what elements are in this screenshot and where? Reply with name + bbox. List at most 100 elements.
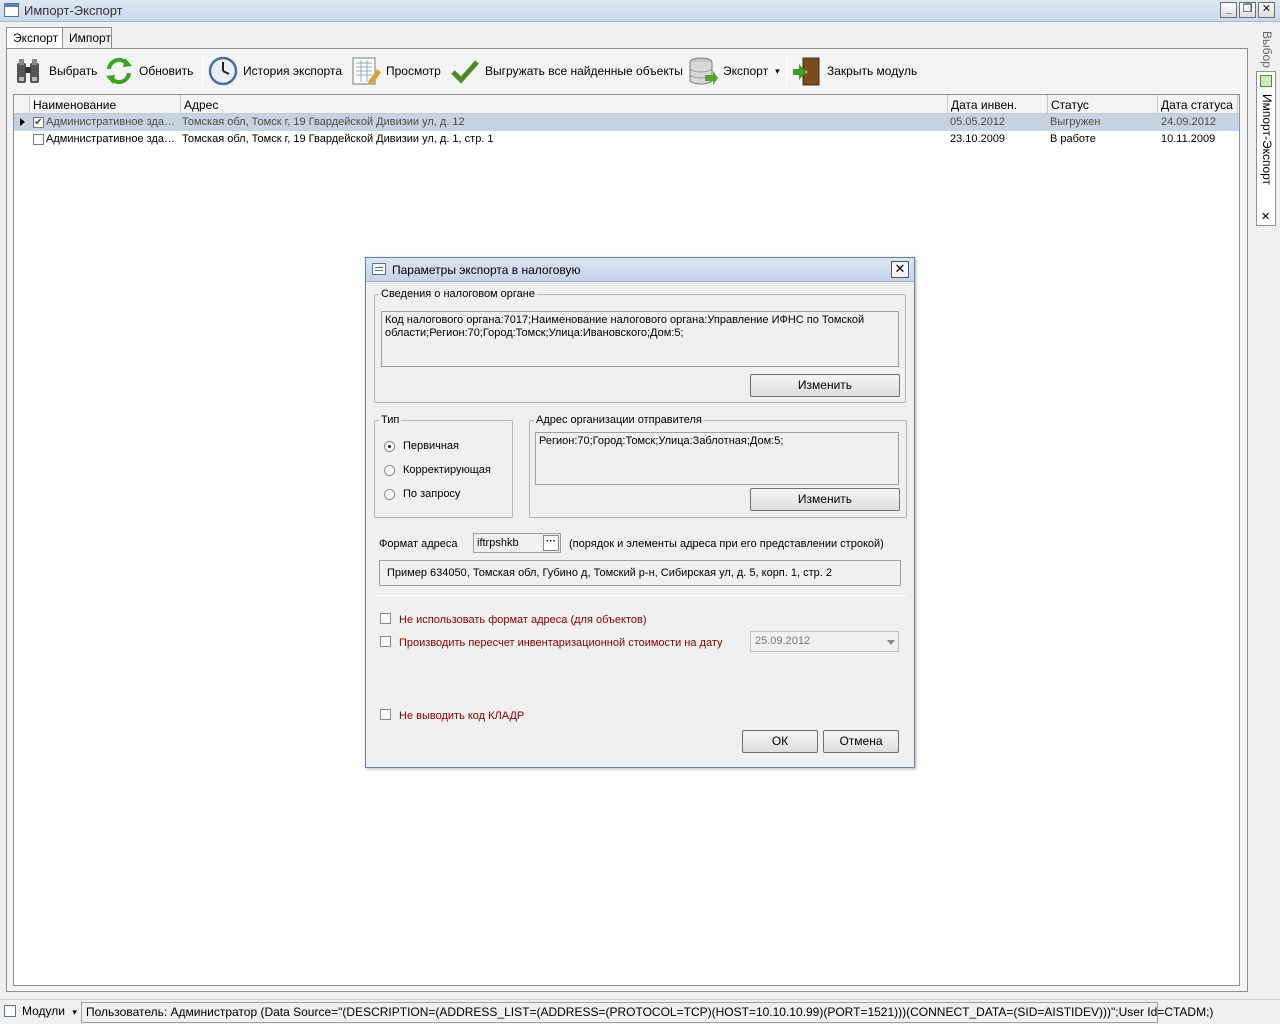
- app-icon: [4, 1005, 16, 1017]
- cell-status: Выгружен: [1050, 116, 1101, 128]
- exit-door-icon: [791, 55, 823, 87]
- row-indicator-header: [14, 95, 30, 114]
- change-sender-address-button[interactable]: Изменить: [750, 488, 900, 511]
- export-all-button[interactable]: Выгружать все найденные объекты: [449, 52, 683, 90]
- refresh-button[interactable]: Обновить: [103, 52, 193, 90]
- history-label: История экспорта: [243, 64, 342, 78]
- cell-address: Томская обл, Томск г, 19 Гвардейской Див…: [182, 116, 465, 128]
- select-label: Выбрать: [49, 64, 98, 78]
- side-tab-select[interactable]: Выбор: [1260, 31, 1274, 68]
- cell-name: Административное зда…: [46, 133, 175, 145]
- preview-button[interactable]: Просмотр: [350, 52, 441, 90]
- radio-label: Первичная: [403, 440, 460, 452]
- no-kladr-label[interactable]: Не выводить код КЛАДР: [399, 710, 524, 722]
- radio-button[interactable]: [384, 440, 395, 452]
- row-checkbox[interactable]: ✔: [33, 117, 44, 128]
- sender-address-legend: Адрес организации отправителя: [536, 414, 702, 426]
- radio-primary[interactable]: Первичная: [384, 440, 459, 452]
- grid-header: Наименование Адрес Дата инвен. Статус Да…: [14, 95, 1239, 114]
- checkmark-icon: [449, 55, 481, 87]
- refresh-icon: [103, 55, 135, 87]
- connection-info: Пользователь: Администратор (Data Source…: [81, 1002, 1213, 1023]
- select-button[interactable]: Выбрать: [13, 52, 97, 90]
- export-params-dialog: Параметры экспорта в налоговую ✕ Сведени…: [365, 257, 915, 768]
- toolbar: Выбрать Обновить История экспорта Просмо…: [9, 52, 1239, 90]
- side-tab-import-export[interactable]: Импорт-Экспорт ✕: [1256, 71, 1276, 226]
- close-module-label: Закрыть модуль: [827, 64, 918, 78]
- change-tax-authority-button[interactable]: Изменить: [750, 374, 900, 397]
- tax-authority-legend: Сведения о налоговом органе: [381, 288, 535, 300]
- cell-status-date: 10.11.2009: [1161, 133, 1216, 145]
- cell-name: Административное зда…: [46, 116, 175, 128]
- toolbar-separator: [202, 56, 203, 86]
- chevron-down-icon: ▾: [72, 1007, 77, 1017]
- column-header-address[interactable]: Адрес: [181, 95, 948, 114]
- export-dropdown-button[interactable]: Экспорт ▾: [687, 52, 780, 90]
- dialog-close-button[interactable]: ✕: [891, 261, 909, 278]
- status-bar: Модули ▾ Пользователь: Администратор (Da…: [0, 999, 1280, 1024]
- address-format-label: Формат адреса: [379, 538, 458, 550]
- tab-export[interactable]: Экспорт: [6, 27, 66, 49]
- recalc-date-value: 25.09.2012: [755, 635, 811, 647]
- history-button[interactable]: История экспорта: [207, 52, 342, 90]
- address-format-value: iftrpshkb: [477, 537, 519, 549]
- export-label: Экспорт: [723, 64, 769, 78]
- toolbar-separator: [786, 56, 787, 86]
- restore-button[interactable]: ❐: [1239, 2, 1256, 18]
- refresh-label: Обновить: [139, 64, 194, 78]
- window-title: Импорт-Экспорт: [24, 3, 123, 18]
- close-window-button[interactable]: ✕: [1258, 2, 1275, 18]
- sender-address-info: Регион:70;Город:Томск;Улица:Заблотная;До…: [535, 432, 899, 485]
- document-preview-icon: [350, 55, 382, 87]
- database-export-icon: [687, 55, 719, 87]
- radio-label: Корректирующая: [403, 464, 491, 476]
- no-address-format-label[interactable]: Не использовать формат адреса (для объек…: [399, 614, 647, 626]
- binoculars-icon: [13, 55, 45, 87]
- modules-menu[interactable]: Модули ▾: [18, 1002, 80, 1023]
- type-legend: Тип: [381, 414, 400, 426]
- table-row[interactable]: Административное зда… Томская обл, Томск…: [14, 131, 1239, 148]
- no-kladr-checkbox[interactable]: [380, 709, 391, 720]
- title-bar: Импорт-Экспорт _ ❐ ✕: [0, 0, 1280, 22]
- cell-inventory-date: 05.05.2012: [950, 116, 1006, 128]
- row-checkbox[interactable]: [33, 134, 44, 145]
- dialog-title: Параметры экспорта в налоговую: [392, 263, 581, 277]
- modules-label: Модули: [22, 1004, 65, 1018]
- minimize-button[interactable]: _: [1220, 2, 1237, 18]
- column-header-status[interactable]: Статус: [1048, 95, 1158, 114]
- preview-label: Просмотр: [386, 64, 441, 78]
- dialog-title-bar: Параметры экспорта в налоговую ✕: [366, 258, 914, 282]
- chevron-down-icon[interactable]: [887, 640, 895, 645]
- tab-import[interactable]: Импорт: [62, 27, 112, 48]
- ok-button[interactable]: ОК: [742, 730, 818, 753]
- no-address-format-checkbox[interactable]: [380, 613, 391, 624]
- module-icon: [1260, 75, 1272, 87]
- cell-inventory-date: 23.10.2009: [950, 133, 1006, 145]
- browse-format-button[interactable]: ···: [543, 535, 559, 551]
- cell-status-date: 24.09.2012: [1161, 116, 1217, 128]
- column-header-name[interactable]: Наименование: [30, 95, 181, 114]
- tax-authority-info: Код налогового органа:7017;Наименование …: [381, 311, 899, 367]
- address-example: Пример 634050, Томская обл, Губино д, То…: [379, 560, 901, 586]
- cell-status: В работе: [1050, 133, 1096, 145]
- close-icon[interactable]: ✕: [1261, 210, 1270, 223]
- divider: [374, 595, 907, 596]
- table-row[interactable]: ✔ Административное зда… Томская обл, Том…: [14, 114, 1239, 131]
- side-tab-label: Импорт-Экспорт: [1260, 94, 1274, 186]
- radio-on-request[interactable]: По запросу: [384, 488, 460, 500]
- address-format-hint: (порядок и элементы адреса при его предс…: [569, 538, 884, 550]
- column-header-inventory-date[interactable]: Дата инвен.: [948, 95, 1048, 114]
- cancel-button[interactable]: Отмена: [823, 730, 899, 753]
- close-module-button[interactable]: Закрыть модуль: [791, 52, 917, 90]
- clock-icon: [207, 55, 239, 87]
- column-header-status-date[interactable]: Дата статуса: [1158, 95, 1238, 114]
- radio-button[interactable]: [384, 464, 395, 476]
- recalc-label[interactable]: Производить пересчет инвентаризационной …: [399, 637, 723, 649]
- address-format-field[interactable]: iftrpshkb ···: [473, 533, 561, 553]
- recalc-checkbox[interactable]: [380, 636, 391, 647]
- dialog-form-icon: [372, 263, 386, 275]
- recalc-date-picker[interactable]: 25.09.2012: [750, 631, 899, 652]
- radio-corrective[interactable]: Корректирующая: [384, 464, 491, 476]
- radio-button[interactable]: [384, 488, 395, 500]
- chevron-down-icon: ▾: [775, 65, 780, 76]
